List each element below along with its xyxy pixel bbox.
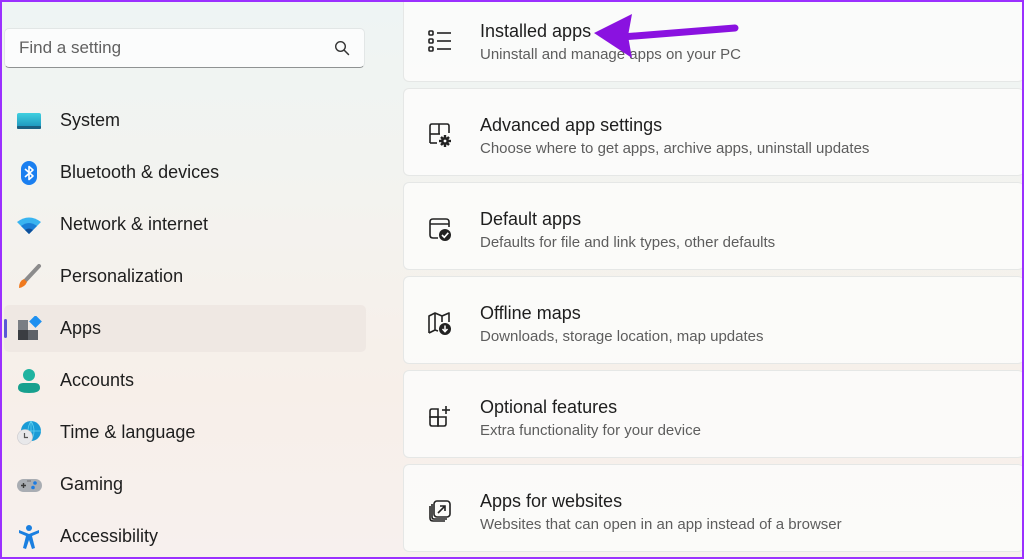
card-description: Websites that can open in an app instead… bbox=[480, 516, 842, 533]
default-apps-icon bbox=[429, 218, 451, 241]
sidebar-item-label: Personalization bbox=[60, 266, 184, 286]
card-title: Optional features bbox=[480, 397, 618, 417]
card-offline-maps[interactable]: Offline maps Downloads, storage location… bbox=[403, 276, 1024, 364]
wifi-icon bbox=[16, 212, 42, 238]
card-default-apps[interactable]: Default apps Defaults for file and link … bbox=[403, 182, 1024, 270]
sidebar-item-label: System bbox=[60, 110, 121, 130]
search-icon[interactable] bbox=[334, 40, 350, 56]
sidebar-item-apps[interactable]: Apps bbox=[4, 305, 366, 352]
card-description: Choose where to get apps, archive apps, … bbox=[480, 140, 870, 157]
globe-clock-icon bbox=[16, 420, 42, 446]
gamepad-icon bbox=[16, 472, 42, 498]
app-settings-icon bbox=[429, 123, 451, 147]
map-download-icon bbox=[428, 312, 451, 335]
search-box[interactable] bbox=[4, 28, 365, 68]
card-title: Apps for websites bbox=[480, 491, 623, 511]
card-apps-for-websites[interactable]: Apps for websites Websites that can open… bbox=[403, 464, 1024, 552]
sidebar-item-network[interactable]: Network & internet bbox=[4, 201, 366, 248]
bluetooth-icon bbox=[16, 160, 42, 186]
card-title: Installed apps bbox=[480, 21, 592, 41]
card-description: Downloads, storage location, map updates bbox=[480, 328, 764, 345]
sidebar-item-label: Apps bbox=[60, 318, 102, 338]
card-description: Extra functionality for your device bbox=[480, 422, 701, 439]
card-title: Offline maps bbox=[480, 303, 581, 323]
sidebar-item-gaming[interactable]: Gaming bbox=[4, 461, 366, 508]
person-icon bbox=[16, 368, 42, 394]
card-title: Advanced app settings bbox=[480, 115, 663, 135]
apps-settings-list: Installed apps Uninstall and manage apps… bbox=[403, 0, 1024, 558]
sidebar-item-system[interactable]: System bbox=[4, 97, 366, 144]
sidebar-item-bluetooth[interactable]: Bluetooth & devices bbox=[4, 149, 366, 196]
sidebar-item-accessibility[interactable]: Accessibility bbox=[4, 513, 366, 559]
search-input[interactable] bbox=[19, 38, 334, 58]
accessibility-icon bbox=[16, 524, 42, 550]
paintbrush-icon bbox=[16, 263, 42, 290]
system-monitor-icon bbox=[16, 108, 42, 134]
sidebar-item-accounts[interactable]: Accounts bbox=[4, 357, 366, 404]
open-external-icon bbox=[429, 500, 451, 522]
sidebar-item-label: Time & language bbox=[60, 422, 196, 442]
add-feature-icon bbox=[429, 406, 450, 427]
sidebar-item-label: Network & internet bbox=[60, 214, 209, 234]
sidebar-item-time-language[interactable]: Time & language bbox=[4, 409, 366, 456]
card-optional-features[interactable]: Optional features Extra functionality fo… bbox=[403, 370, 1024, 458]
sidebar-item-label: Accessibility bbox=[60, 526, 159, 546]
sidebar-nav: System Bluetooth & devices Network & int… bbox=[0, 97, 370, 559]
apps-icon bbox=[16, 315, 42, 342]
card-description: Defaults for file and link types, other … bbox=[480, 234, 776, 251]
sidebar-item-label: Gaming bbox=[60, 474, 124, 494]
annotation-arrow-icon bbox=[594, 14, 739, 58]
card-advanced-app-settings[interactable]: Advanced app settings Choose where to ge… bbox=[403, 88, 1024, 176]
sidebar-item-personalization[interactable]: Personalization bbox=[4, 253, 366, 300]
sidebar-item-label: Accounts bbox=[60, 370, 135, 390]
sidebar-item-label: Bluetooth & devices bbox=[60, 162, 220, 182]
list-icon bbox=[428, 30, 451, 52]
card-title: Default apps bbox=[480, 209, 582, 229]
